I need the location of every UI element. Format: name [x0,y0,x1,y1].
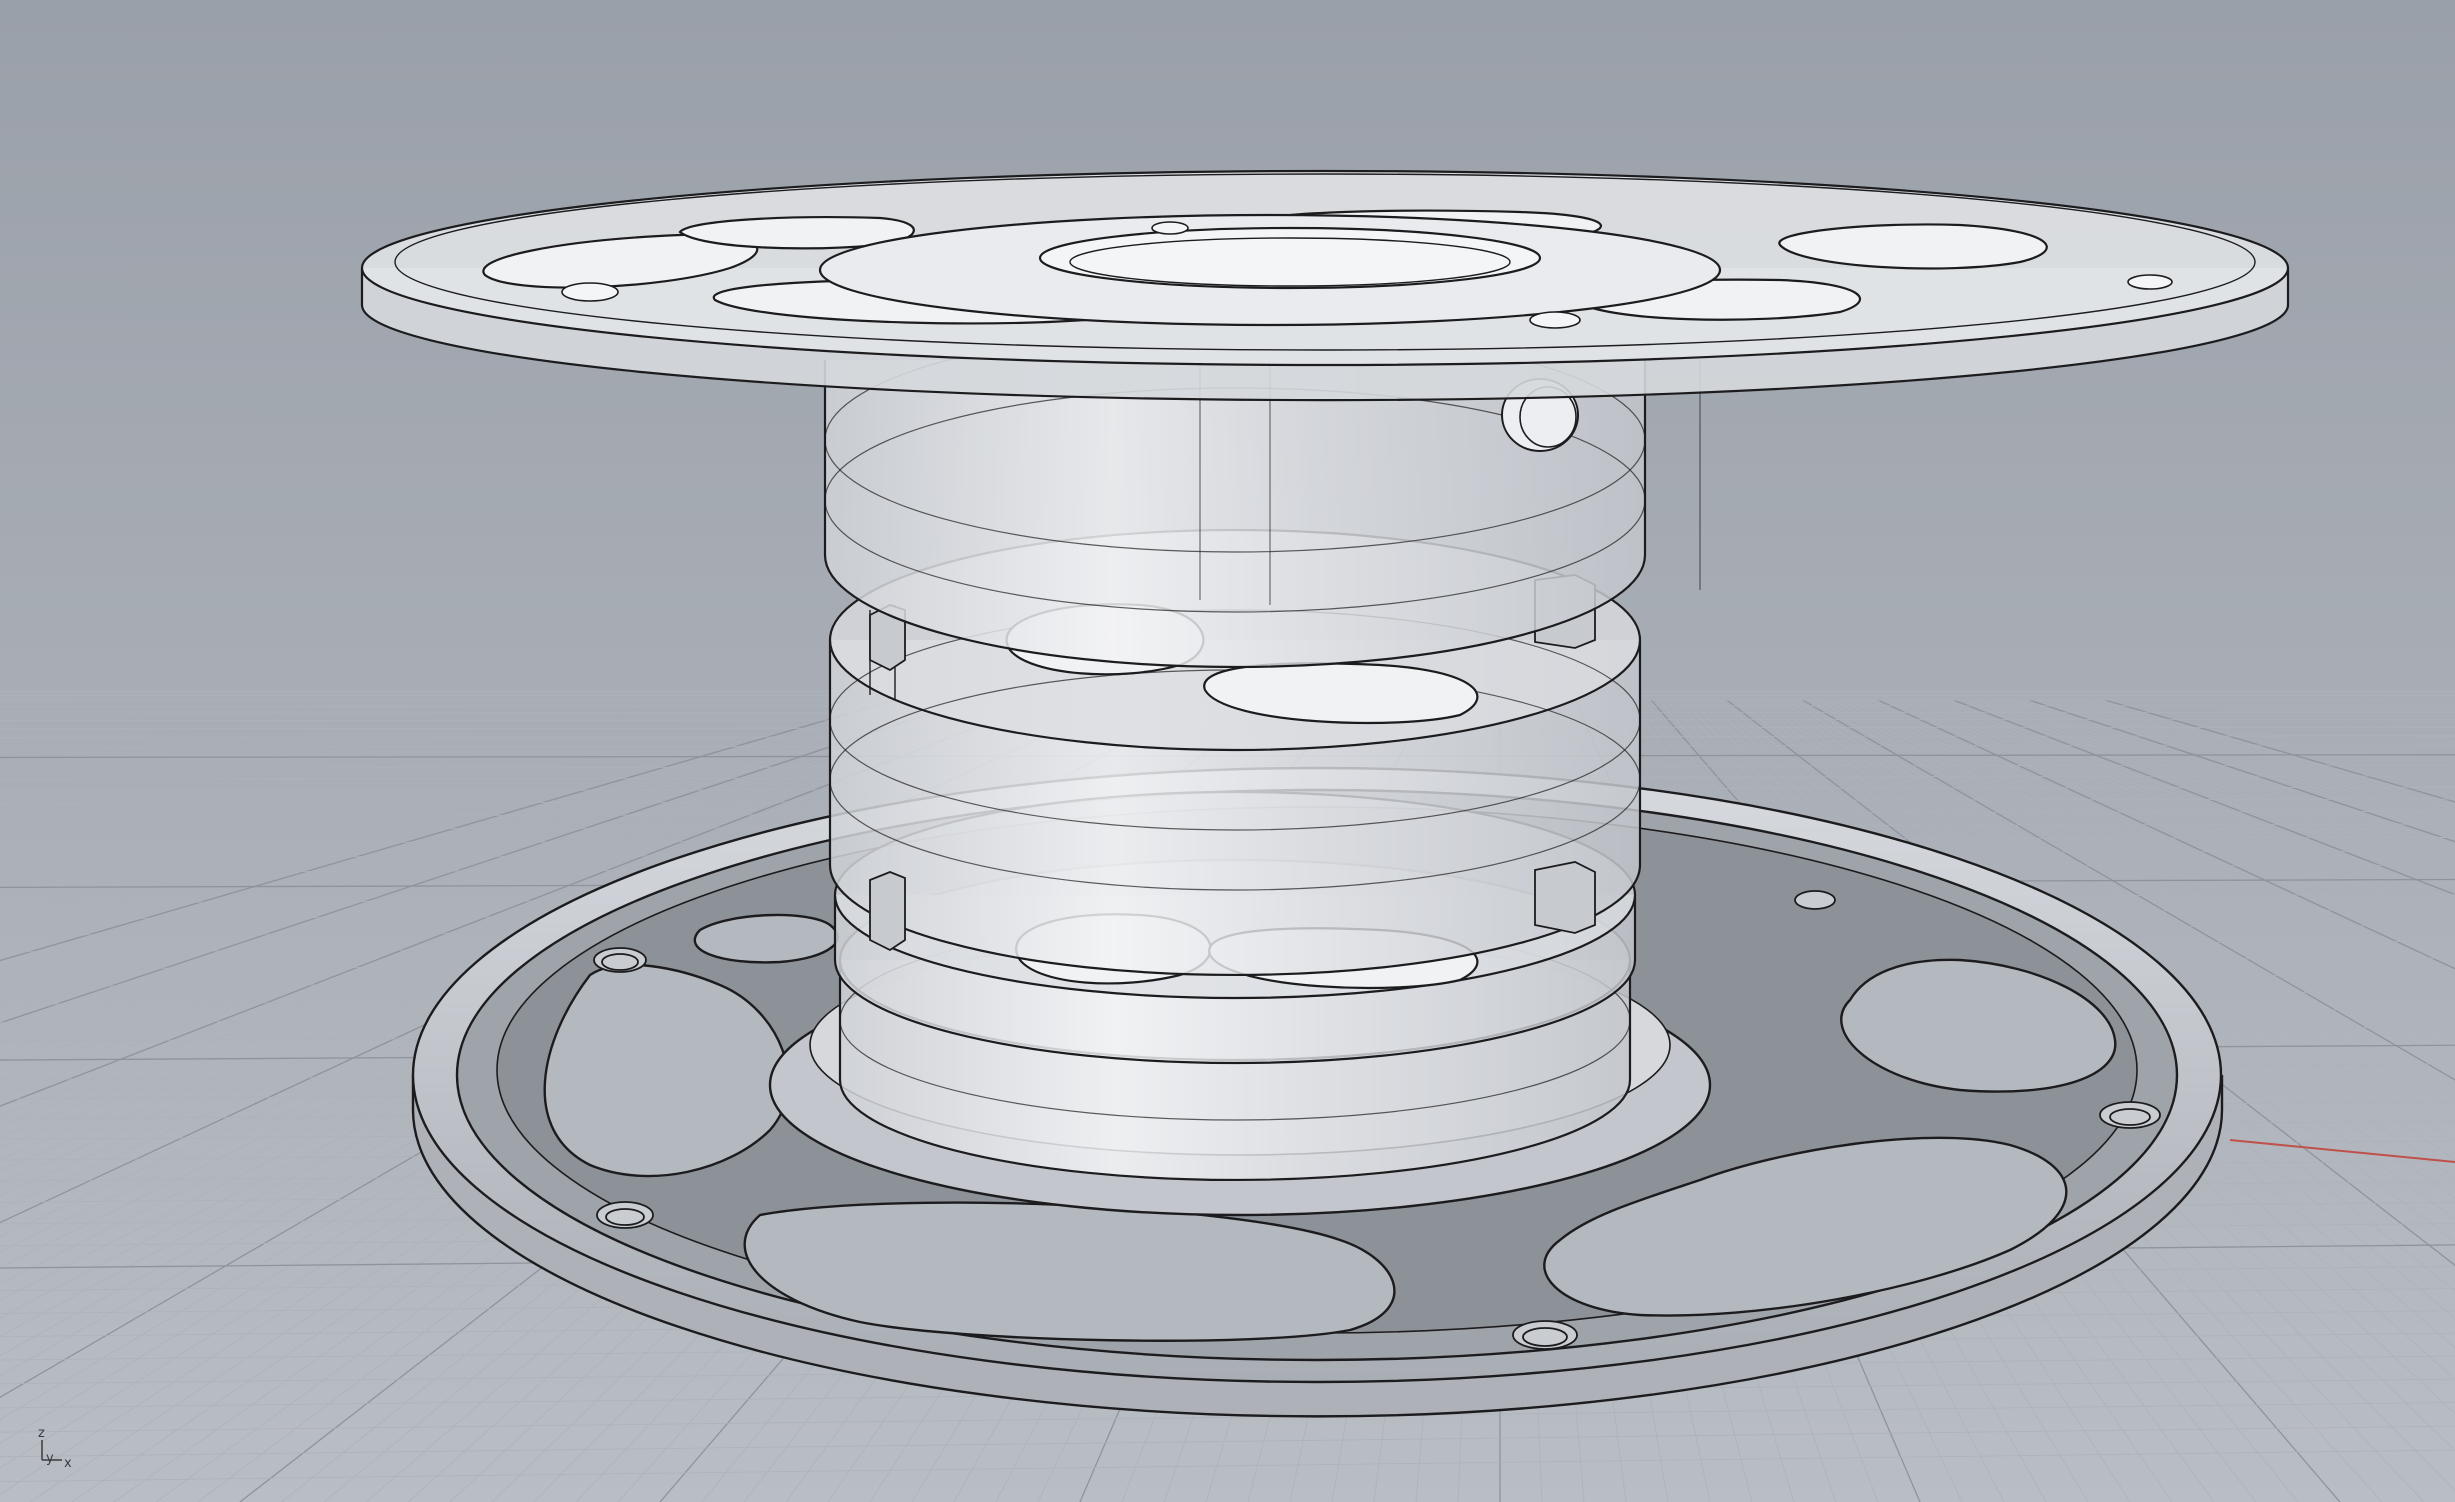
perspective-viewport[interactable]: z y x [0,0,2455,1502]
axis-label-y: y [46,1451,54,1466]
cutout-back-left [693,913,839,964]
axis-label-x: x [64,1456,72,1471]
axis-label-z: z [38,1426,45,1441]
top-flange[interactable] [360,169,2290,402]
hex-nut-right-low [1534,861,1596,934]
hex-nut-left-low [869,871,906,952]
drum-stack[interactable] [823,327,1701,1182]
top-hub-opening [1038,226,1542,290]
